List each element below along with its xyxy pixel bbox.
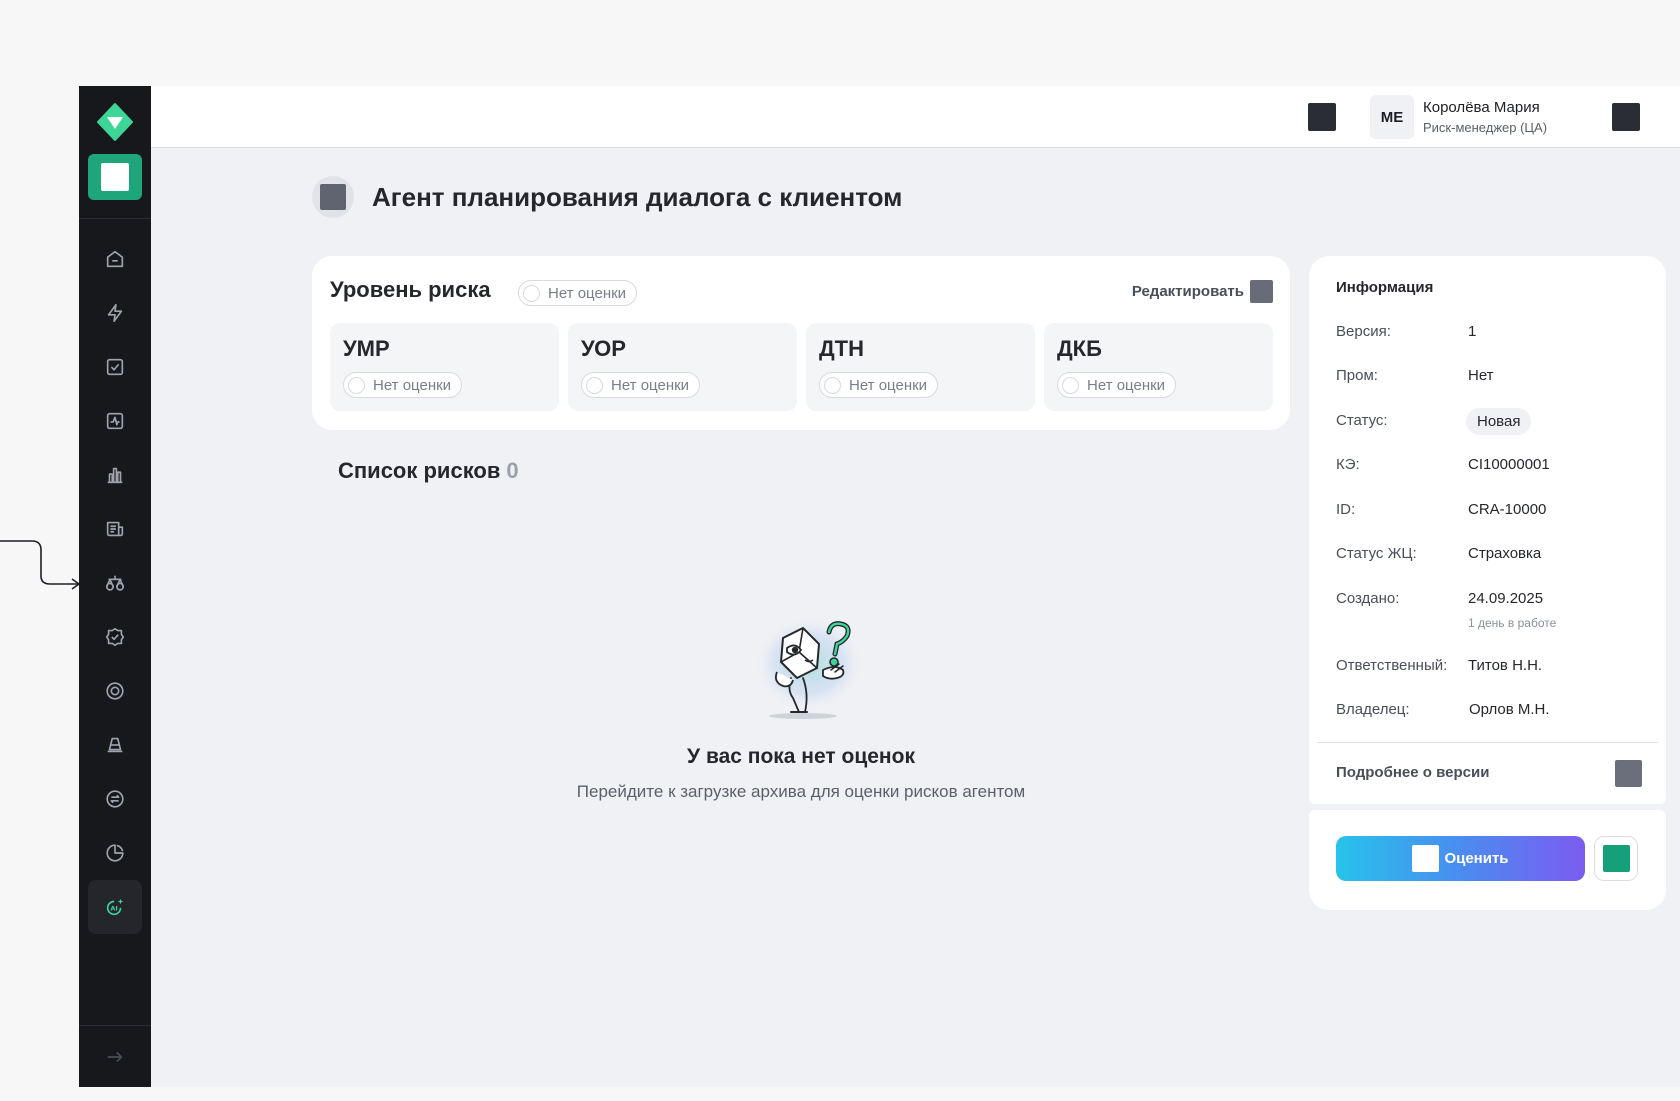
arrow-right-icon — [107, 1051, 123, 1062]
checkbox-icon[interactable] — [88, 340, 142, 394]
evaluate-icon — [1412, 845, 1440, 872]
sidebar-nav: AI — [88, 232, 142, 934]
info-value-owner: Орлов М.Н. — [1469, 701, 1550, 718]
status-circle-icon — [1062, 376, 1079, 394]
risk-tile-uor[interactable]: УОР Нет оценки — [568, 323, 797, 411]
risk-tile-title: ДТН — [819, 336, 864, 361]
secondary-action-button[interactable] — [1594, 836, 1638, 881]
info-heading: Информация — [1336, 279, 1434, 296]
risk-tile-title: УОР — [581, 336, 626, 361]
info-value-version: 1 — [1468, 323, 1477, 340]
secondary-action-icon — [1602, 845, 1630, 872]
risk-tile-status-badge: Нет оценки — [343, 372, 463, 398]
status-circle-icon — [586, 376, 603, 394]
risk-tile-title: ДКБ — [1057, 336, 1102, 361]
workspace-tile[interactable] — [88, 154, 142, 200]
info-label-created: Создано: — [1336, 590, 1400, 607]
app-window: AI МЕ Королёва Мария Риск-менеджер (ЦА) … — [79, 86, 1680, 1087]
risk-tile-dkb[interactable]: ДКБ Нет оценки — [1044, 323, 1273, 411]
info-value-prom: Нет — [1468, 367, 1494, 384]
info-label-owner: Владелец: — [1336, 701, 1410, 718]
edit-button[interactable]: Редактировать — [1132, 280, 1273, 303]
edit-label: Редактировать — [1131, 283, 1244, 300]
connector-arrow — [0, 540, 81, 590]
user-role: Риск-менеджер (ЦА) — [1423, 120, 1548, 135]
risk-level-card: Уровень риска Нет оценки Редактировать У… — [312, 256, 1290, 430]
info-label-ke: КЭ: — [1336, 456, 1360, 473]
sidebar: AI — [79, 86, 151, 1087]
expand-icon[interactable] — [1615, 760, 1642, 787]
status-badge: Новая — [1466, 408, 1532, 435]
ai-sparkle-icon[interactable]: AI — [88, 880, 142, 934]
status-circle-icon — [523, 284, 540, 302]
info-label-status: Статус: — [1336, 412, 1388, 429]
info-panel: Информация Версия: 1 Пром: Нет Статус: Н… — [1309, 256, 1666, 804]
pie-chart-icon[interactable] — [88, 826, 142, 880]
user-name: Королёва Мария — [1423, 99, 1540, 116]
svg-text:AI: AI — [110, 905, 117, 913]
info-label-prom: Пром: — [1336, 367, 1378, 384]
topbar: МЕ Королёва Мария Риск-менеджер (ЦА) — [151, 86, 1680, 148]
version-details-link[interactable]: Подробнее о версии — [1336, 764, 1489, 781]
logo-icon[interactable] — [95, 102, 135, 142]
info-label-version: Версия: — [1336, 323, 1391, 340]
action-panel: Оценить — [1309, 810, 1666, 910]
risk-tile-status: Нет оценки — [373, 376, 452, 394]
risks-count: 0 — [506, 458, 519, 483]
news-icon[interactable] — [88, 502, 142, 556]
created-note: 1 день в работе — [1468, 616, 1557, 630]
status-circle-icon — [824, 376, 841, 394]
page-header: Агент планирования диалога с клиентом — [312, 176, 902, 218]
back-icon — [320, 184, 346, 210]
info-value-ke: CI10000001 — [1468, 456, 1550, 473]
info-value-created: 24.09.2025 — [1468, 590, 1544, 607]
risk-tile-dtn[interactable]: ДТН Нет оценки — [806, 323, 1035, 411]
bar-chart-icon[interactable] — [88, 448, 142, 502]
evaluate-label: Оценить — [1444, 850, 1509, 867]
status-circle-icon — [348, 376, 365, 394]
edit-icon — [1250, 280, 1273, 303]
target-icon[interactable] — [88, 664, 142, 718]
info-divider — [1317, 742, 1658, 743]
risk-tile-status: Нет оценки — [1087, 376, 1166, 394]
main-area: МЕ Королёва Мария Риск-менеджер (ЦА) Аге… — [151, 86, 1680, 1087]
risk-tile-status-badge: Нет оценки — [819, 372, 939, 398]
risks-list-title: Список рисков 0 — [338, 458, 519, 484]
risk-level-status: Нет оценки — [548, 284, 627, 302]
home-icon[interactable] — [88, 232, 142, 286]
risk-tile-status: Нет оценки — [611, 376, 690, 394]
scales-icon[interactable] — [88, 556, 142, 610]
collapse-sidebar-button[interactable] — [79, 1025, 151, 1087]
empty-state-subtitle: Перейдите к загрузке архива для оценки р… — [576, 782, 1026, 801]
info-label-responsible: Ответственный: — [1336, 657, 1448, 674]
empty-state-title: У вас пока нет оценок — [687, 745, 915, 768]
risk-tile-title: УМР — [343, 336, 390, 361]
notifications-icon[interactable] — [1308, 103, 1336, 131]
risk-tile-umr[interactable]: УМР Нет оценки — [330, 323, 559, 411]
evaluate-button[interactable]: Оценить — [1336, 836, 1585, 881]
risk-tiles: УМР Нет оценки УОР Нет оценки ДТН Нет оц… — [330, 323, 1273, 411]
info-value-id: CRA-10000 — [1468, 501, 1547, 518]
risk-tile-status: Нет оценки — [849, 376, 928, 394]
menu-icon[interactable] — [1612, 103, 1640, 131]
traffic-cone-icon[interactable] — [88, 718, 142, 772]
empty-state-illustration — [751, 616, 867, 719]
bolt-icon[interactable] — [88, 286, 142, 340]
badge-check-icon[interactable] — [88, 610, 142, 664]
risk-tile-status-badge: Нет оценки — [581, 372, 701, 398]
risks-list-label: Список рисков — [338, 458, 501, 483]
risk-level-title: Уровень риска — [330, 277, 491, 302]
info-label-lifecycle: Статус ЖЦ: — [1336, 545, 1417, 562]
avatar[interactable]: МЕ — [1370, 95, 1414, 139]
risk-tile-status-badge: Нет оценки — [1057, 372, 1177, 398]
back-button[interactable] — [312, 176, 354, 218]
sidebar-divider — [79, 218, 151, 219]
info-value-lifecycle: Страховка — [1468, 545, 1542, 562]
info-value-responsible: Титов Н.Н. — [1468, 657, 1543, 674]
info-label-id: ID: — [1336, 501, 1356, 518]
activity-icon[interactable] — [88, 394, 142, 448]
exchange-icon[interactable] — [88, 772, 142, 826]
risk-level-status-badge: Нет оценки — [518, 280, 638, 306]
page-title: Агент планирования диалога с клиентом — [372, 181, 903, 212]
